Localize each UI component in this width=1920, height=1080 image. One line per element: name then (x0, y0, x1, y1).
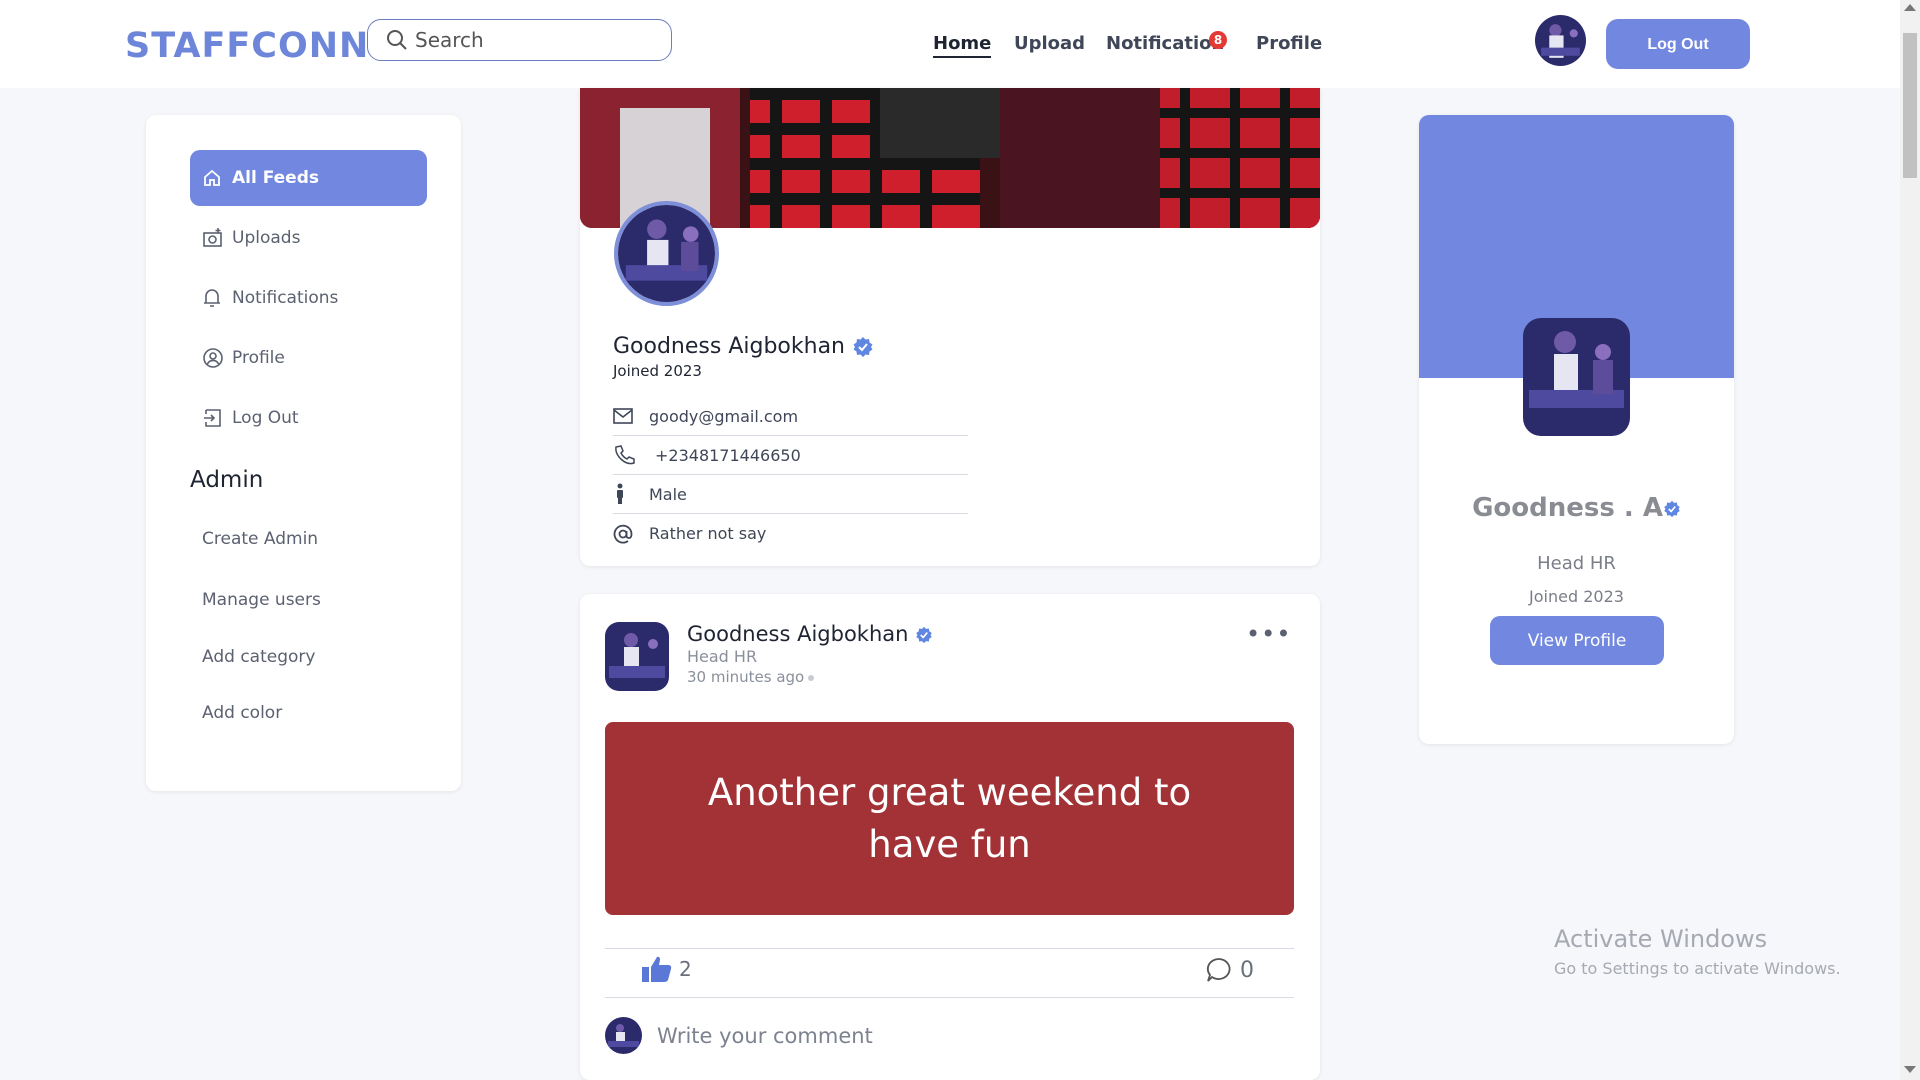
comment-bubble-icon (1206, 958, 1231, 982)
sidebar-item-label: Uploads (232, 228, 301, 248)
side-profile-name: Goodness . A (1419, 493, 1734, 523)
logout-icon (202, 407, 232, 429)
view-profile-button[interactable]: View Profile (1490, 616, 1664, 665)
search-box[interactable] (367, 19, 672, 61)
logout-button[interactable]: Log Out (1606, 19, 1750, 69)
profile-avatar[interactable] (614, 201, 719, 306)
profile-pronoun: Rather not say (649, 524, 767, 543)
mail-icon (613, 408, 649, 424)
profile-phone-row: +2348171446650 (613, 436, 968, 475)
post-text-body: Another great weekend to have fun (605, 722, 1294, 915)
user-circle-icon (202, 347, 232, 369)
sidebar-item-label: Profile (232, 348, 285, 368)
sidebar-item-all-feeds[interactable]: All Feeds (190, 150, 427, 206)
sidebar-item-label: Notifications (232, 288, 339, 308)
sidebar-item-logout[interactable]: Log Out (190, 390, 427, 446)
profile-name: Goodness Aigbokhan (613, 334, 874, 359)
like-count: 2 (679, 957, 692, 981)
admin-item-create-admin[interactable]: Create Admin (202, 529, 318, 549)
verified-badge-icon (1664, 500, 1680, 517)
thumbs-up-icon (642, 956, 672, 982)
profile-email-row: goody@gmail.com (613, 397, 968, 436)
post-author-name-text: Goodness Aigbokhan (687, 622, 909, 646)
post-time-text: 30 minutes ago (687, 668, 805, 686)
comment-user-avatar (605, 1017, 642, 1054)
search-icon (387, 30, 407, 50)
like-button[interactable]: 2 (641, 955, 692, 983)
nav-upload[interactable]: Upload (1014, 33, 1085, 54)
side-profile-role: Head HR (1537, 553, 1616, 574)
post-author-name[interactable]: Goodness Aigbokhan (687, 622, 933, 646)
nav-home[interactable]: Home (933, 33, 992, 58)
app-logo[interactable]: STAFFCONN (125, 26, 369, 66)
profile-email: goody@gmail.com (649, 406, 799, 426)
phone-icon (613, 444, 655, 466)
scroll-up-arrow-icon[interactable] (1904, 4, 1916, 11)
search-input[interactable] (413, 26, 663, 54)
home-icon (202, 168, 232, 188)
comment-button[interactable]: 0 (1206, 957, 1254, 983)
person-icon (613, 483, 649, 505)
bell-icon (202, 287, 232, 309)
sidebar-item-uploads[interactable]: Uploads (190, 210, 427, 266)
verified-badge-icon (853, 337, 873, 357)
profile-pronoun-row: Rather not say (613, 514, 968, 553)
sidebar-card: All Feeds Uploads Notifications Profile … (146, 115, 461, 791)
post-timestamp: 30 minutes ago (687, 668, 815, 686)
comment-count: 0 (1240, 957, 1254, 983)
post-author-role: Head HR (687, 647, 758, 666)
side-profile-avatar[interactable] (1523, 318, 1630, 436)
sidebar-item-profile[interactable]: Profile (190, 330, 427, 386)
user-avatar[interactable] (1535, 15, 1586, 66)
verified-badge-icon (916, 626, 932, 644)
sidebar-item-label: All Feeds (232, 168, 320, 188)
post-author-avatar[interactable] (605, 622, 669, 691)
activate-windows-title: Activate Windows (1554, 925, 1768, 953)
at-sign-icon (613, 524, 649, 544)
sidebar-item-label: Log Out (232, 408, 299, 428)
side-profile-joined: Joined 2023 (1529, 587, 1624, 606)
camera-add-icon (202, 227, 232, 249)
profile-gender-row: Male (613, 475, 968, 514)
more-options-icon[interactable]: ••• (1246, 620, 1291, 648)
post-actions-bar: 2 0 (605, 948, 1294, 998)
profile-name-text: Goodness Aigbokhan (613, 334, 845, 359)
admin-section-title: Admin (190, 467, 264, 493)
profile-phone: +2348171446650 (655, 445, 801, 465)
profile-gender: Male (649, 484, 687, 504)
nav-profile[interactable]: Profile (1256, 33, 1322, 54)
admin-item-add-category[interactable]: Add category (202, 647, 315, 667)
activate-windows-subtitle: Go to Settings to activate Windows. (1554, 959, 1841, 978)
side-profile-name-text: Goodness . A (1472, 493, 1663, 523)
status-dot (808, 674, 815, 681)
top-navbar: STAFFCONN Home Upload Notification Profi… (0, 0, 1900, 88)
notification-count-badge: 8 (1209, 31, 1227, 49)
scroll-down-arrow-icon[interactable] (1904, 1066, 1916, 1073)
sidebar-item-notifications[interactable]: Notifications (190, 270, 427, 326)
admin-item-manage-users[interactable]: Manage users (202, 590, 321, 610)
scrollbar-thumb[interactable] (1903, 33, 1917, 178)
admin-item-add-color[interactable]: Add color (202, 703, 282, 723)
comment-input[interactable] (655, 1020, 1275, 1052)
profile-joined: Joined 2023 (613, 362, 702, 380)
nav-notification[interactable]: Notification (1106, 33, 1224, 54)
